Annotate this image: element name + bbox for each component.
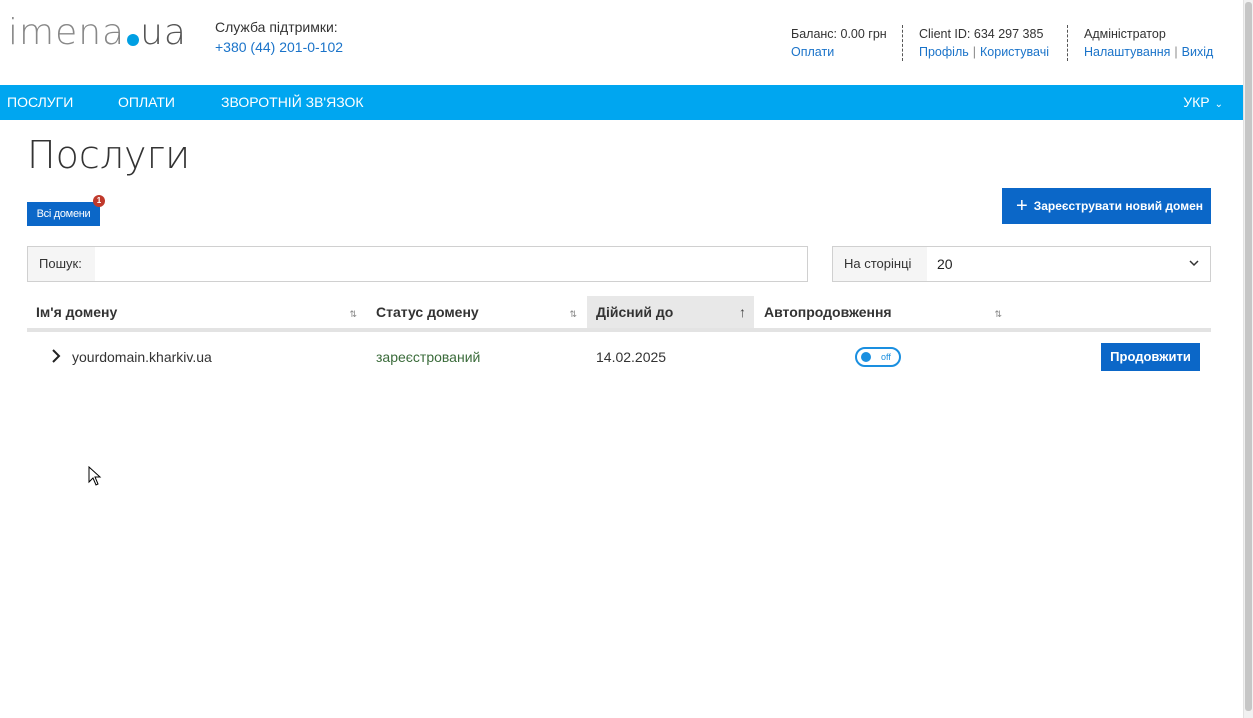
language-selector[interactable]: УКР ⌄ [1183,85,1223,120]
register-domain-label: Зареєструвати новий домен [1033,199,1204,213]
per-page-label: На сторінці [833,247,927,281]
chevron-down-icon [1189,260,1199,267]
search-box: Пошук: [27,246,808,282]
domains-table-header: Ім'я домену ⇅ Статус домену ⇅ Дійсний до ↑ … [27,296,1211,332]
link-separator: | [972,45,977,59]
link-separator: | [1174,45,1178,59]
admin-name: Адміністратор [1084,27,1166,41]
imena-logo[interactable]: imena ua [8,12,187,53]
payments-link[interactable]: Оплати [791,45,834,59]
nav-item-payments[interactable]: Оплати [118,85,175,120]
sort-asc-icon: ↑ [739,304,746,320]
column-label: Ім'я домену [36,304,118,320]
toggle-knob [861,352,871,362]
scrollbar-thumb[interactable] [1245,2,1252,711]
table-row: yourdomain.kharkiv.ua зареєстрований 14.… [27,336,1211,378]
all-domains-button[interactable]: Всі домени [27,202,100,226]
per-page-select[interactable]: На сторінці 20 [832,246,1211,282]
page-title: Послуги [27,133,191,177]
support-label: Служба підтримки: [215,19,338,35]
profile-link[interactable]: Профіль [919,45,969,59]
plus-icon: + [1016,195,1028,217]
support-info: Служба підтримки: +380 (44) 201-0-102 [215,19,343,55]
column-label: Дійсний до [596,304,674,320]
admin-block: Адміністратор Налаштування | Вихід [1067,25,1213,61]
balance-text: Баланс: 0.00 грн [791,27,887,41]
domain-name[interactable]: yourdomain.kharkiv.ua [72,336,212,378]
page-header: imena ua Служба підтримки: +380 (44) 201-… [0,0,1243,85]
search-input[interactable] [95,247,807,281]
logout-link[interactable]: Вихід [1182,45,1214,59]
count-badge: 1 [93,195,105,207]
per-page-value: 20 [937,256,953,272]
autorenew-toggle[interactable]: off [855,347,901,367]
logo-main: imena [8,12,126,53]
mouse-cursor-icon [88,466,102,486]
settings-link[interactable]: Налаштування [1084,45,1170,59]
column-domain-name[interactable]: Ім'я домену ⇅ [27,296,367,328]
sort-icon: ⇅ [994,309,1002,319]
search-label: Пошук: [28,247,95,281]
client-block: Client ID: 634 297 385 Профіль | Користува… [902,25,1049,61]
logo-dot [127,34,140,46]
domain-valid-until: 14.02.2025 [596,349,667,365]
chevron-right-icon[interactable] [49,348,63,364]
logo-tld: ua [140,12,187,53]
column-valid-until[interactable]: Дійсний до ↑ [587,296,754,328]
chevron-down-icon: ⌄ [1214,99,1223,110]
balance-block: Баланс: 0.00 грн Оплати [791,25,887,61]
nav-item-feedback[interactable]: Зворотній зв'язок [221,85,364,120]
sort-icon: ⇅ [569,309,577,319]
column-label: Автопродовження [764,304,892,320]
column-domain-status[interactable]: Статус домену ⇅ [367,296,587,328]
domain-status: зареєстрований [376,349,481,365]
column-autorenew[interactable]: Автопродовження ⇅ [755,296,1012,328]
nav-item-services[interactable]: Послуги [7,85,73,120]
support-phone-link[interactable]: +380 (44) 201-0-102 [215,39,343,55]
vertical-scrollbar[interactable] [1243,0,1253,718]
toggle-state: off [881,352,891,362]
main-nav: Послуги Оплати Зворотній зв'язок УКР ⌄ [0,85,1243,120]
client-id-text: Client ID: 634 297 385 [919,27,1044,41]
language-label: УКР [1183,94,1210,110]
column-label: Статус домену [376,304,479,320]
extend-button[interactable]: Продовжити [1101,343,1200,371]
users-link[interactable]: Користувачі [980,45,1049,59]
register-domain-button[interactable]: + Зареєструвати новий домен [1002,188,1211,224]
sort-icon: ⇅ [349,309,357,319]
